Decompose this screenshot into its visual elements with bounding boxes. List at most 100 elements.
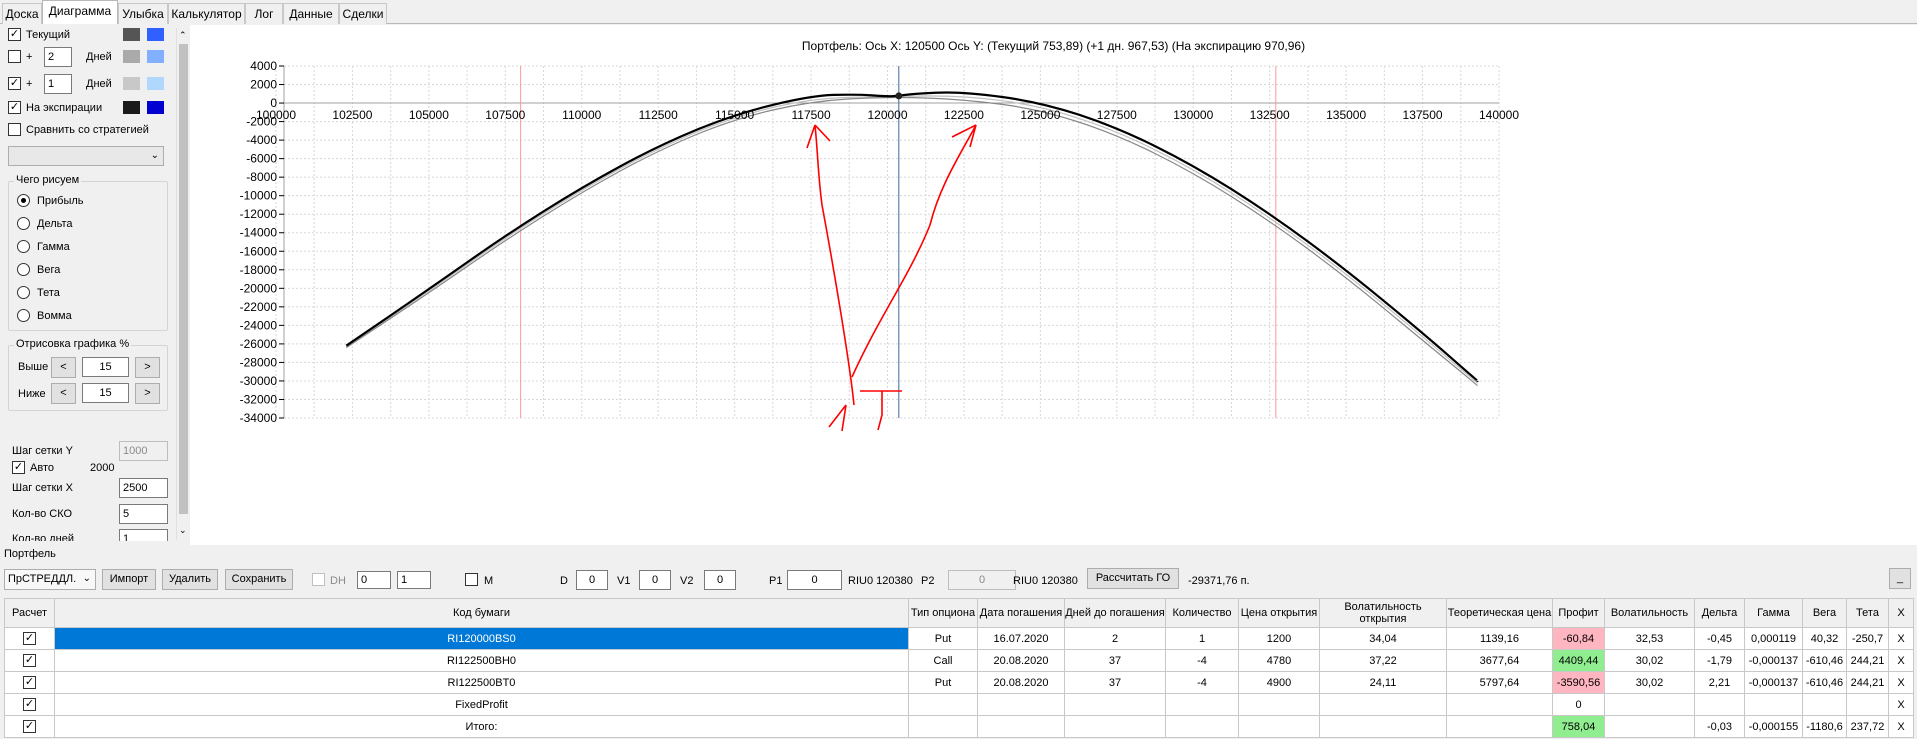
cell-delete[interactable]: X <box>1888 649 1914 672</box>
table-row[interactable]: ✓ RI122500BT0 Put 20.08.2020 37 -4 4900 24,11 57… <box>4 671 1914 694</box>
profit-chart[interactable]: 400020000-2000-4000-6000-8000-10000-1200… <box>190 25 1917 545</box>
grid-y-input[interactable]: 1000 <box>119 441 168 461</box>
portfolio-select[interactable]: ПрСТРЕДДЛ. ⌄ <box>4 569 96 590</box>
import-button[interactable]: Импорт <box>102 569 156 590</box>
cell-delete[interactable]: X <box>1888 715 1914 738</box>
above-input[interactable]: 15 <box>82 357 129 377</box>
row-calc-checkbox[interactable]: ✓ <box>23 720 36 733</box>
col-header-x[interactable]: X <box>1888 598 1914 628</box>
d-input[interactable]: 0 <box>576 570 608 590</box>
col-header-calc[interactable]: Расчет <box>4 598 55 628</box>
col-header-qty[interactable]: Количество <box>1165 598 1239 628</box>
cell-delta: -0,45 <box>1694 627 1745 650</box>
auto-checkbox[interactable]: ✓ <box>12 461 25 474</box>
dh-input-2[interactable]: 1 <box>397 571 431 589</box>
days-1-input[interactable]: 1 <box>44 74 72 94</box>
row-calc-checkbox[interactable]: ✓ <box>23 654 36 667</box>
calc-cell[interactable]: ✓ <box>4 627 55 650</box>
left-panel-scrollbar[interactable]: ⌃ ⌄ <box>176 28 189 540</box>
col-header-profit[interactable]: Профит <box>1552 598 1605 628</box>
table-row[interactable]: ✓ RI122500BH0 Call 20.08.2020 37 -4 4780 37,22 3… <box>4 649 1914 672</box>
tab-log[interactable]: Лог <box>245 3 283 24</box>
row-calc-checkbox[interactable]: ✓ <box>23 698 36 711</box>
calc-go-button[interactable]: Рассчитать ГО <box>1087 568 1179 589</box>
p1-input[interactable]: 0 <box>787 570 842 590</box>
grid-x-input[interactable]: 2500 <box>119 478 168 498</box>
table-row[interactable]: ✓ FixedProfit 0 X <box>4 693 1914 716</box>
calc-cell[interactable]: ✓ <box>4 715 55 738</box>
days-2-color-swatch-2[interactable] <box>147 50 164 63</box>
scroll-up-icon[interactable]: ⌃ <box>179 30 187 41</box>
below-input[interactable]: 15 <box>82 383 129 403</box>
scroll-down-icon[interactable]: ⌄ <box>179 525 187 536</box>
cell-delete[interactable]: X <box>1888 671 1914 694</box>
calc-cell[interactable]: ✓ <box>4 671 55 694</box>
strategy-select[interactable]: ⌄ <box>8 146 164 166</box>
current-color-swatch-2[interactable] <box>147 28 164 41</box>
calc-cell[interactable]: ✓ <box>4 693 55 716</box>
days-label-2: Дней <box>86 78 112 90</box>
col-header-gamma[interactable]: Гамма <box>1744 598 1803 628</box>
col-header-vol[interactable]: Волатильность <box>1604 598 1695 628</box>
v1-input[interactable]: 0 <box>639 570 671 590</box>
expiry-checkbox[interactable]: ✓ <box>8 101 21 114</box>
tab-diagram[interactable]: Диаграмма <box>42 0 118 24</box>
minimize-button[interactable]: _ <box>1889 568 1911 589</box>
above-next-button[interactable]: > <box>135 357 160 378</box>
col-header-open-price[interactable]: Цена открытия <box>1238 598 1320 628</box>
cell-delete[interactable]: X <box>1888 693 1914 716</box>
radio-delta[interactable] <box>17 217 30 230</box>
tab-board[interactable]: Доска <box>2 3 42 24</box>
radio-theta[interactable] <box>17 286 30 299</box>
table-row[interactable]: ✓ Итого: 758,04 -0,03 -0,000155 -1180,6 237,72… <box>4 715 1914 738</box>
radio-gamma[interactable] <box>17 240 30 253</box>
days-1-color-swatch[interactable] <box>123 77 140 90</box>
expiry-color-swatch[interactable] <box>123 101 140 114</box>
days-count-input[interactable]: 1 <box>119 529 168 541</box>
calc-cell[interactable]: ✓ <box>4 649 55 672</box>
col-header-type[interactable]: Тип опциона <box>908 598 978 628</box>
radio-vomma[interactable] <box>17 309 30 322</box>
col-header-theta[interactable]: Тета <box>1846 598 1889 628</box>
days-2-color-swatch[interactable] <box>123 50 140 63</box>
tab-data[interactable]: Данные <box>283 3 339 24</box>
cell-delete[interactable]: X <box>1888 627 1914 650</box>
days-2-checkbox[interactable] <box>8 50 21 63</box>
what-draw-group <box>8 181 168 331</box>
sko-input[interactable]: 5 <box>119 504 168 524</box>
tab-calculator[interactable]: Калькулятор <box>168 3 245 24</box>
tab-deals[interactable]: Сделки <box>339 3 387 24</box>
days-1-color-swatch-2[interactable] <box>147 77 164 90</box>
col-header-code[interactable]: Код бумаги <box>54 598 909 628</box>
radio-vega[interactable] <box>17 263 30 276</box>
radio-profit[interactable] <box>17 194 30 207</box>
row-calc-checkbox[interactable]: ✓ <box>23 632 36 645</box>
col-header-theo[interactable]: Теоретическая цена <box>1446 598 1553 628</box>
col-header-open-vol[interactable]: Волатильность открытия <box>1319 598 1447 628</box>
scroll-thumb[interactable] <box>179 44 188 514</box>
row-calc-checkbox[interactable]: ✓ <box>23 676 36 689</box>
save-button[interactable]: Сохранить <box>225 569 293 590</box>
delete-button[interactable]: Удалить <box>162 569 218 590</box>
below-prev-button[interactable]: < <box>51 383 76 404</box>
above-prev-button[interactable]: < <box>51 357 76 378</box>
col-header-date[interactable]: Дата погашения <box>977 598 1065 628</box>
tab-smile[interactable]: Улыбка <box>118 3 168 24</box>
current-checkbox[interactable]: ✓ <box>8 28 21 41</box>
dh-checkbox[interactable] <box>312 573 325 586</box>
col-header-delta[interactable]: Дельта <box>1694 598 1745 628</box>
m-checkbox[interactable] <box>465 573 478 586</box>
days-2-input[interactable]: 2 <box>44 47 72 67</box>
chart-area[interactable]: Портфель: Ось X: 120500 Ось Y: (Текущий … <box>190 25 1917 545</box>
table-row[interactable]: ✓ RI120000BS0 Put 16.07.2020 2 1 1200 34,04 1139… <box>4 627 1914 650</box>
p2-input[interactable]: 0 <box>948 570 1016 590</box>
v2-input[interactable]: 0 <box>704 570 736 590</box>
current-color-swatch[interactable] <box>123 28 140 41</box>
col-header-vega[interactable]: Вега <box>1802 598 1847 628</box>
days-1-checkbox[interactable]: ✓ <box>8 77 21 90</box>
col-header-days[interactable]: Дней до погашения <box>1064 598 1166 628</box>
below-next-button[interactable]: > <box>135 383 160 404</box>
dh-input-1[interactable]: 0 <box>357 571 391 589</box>
expiry-color-swatch-2[interactable] <box>147 101 164 114</box>
compare-checkbox[interactable] <box>8 123 21 136</box>
